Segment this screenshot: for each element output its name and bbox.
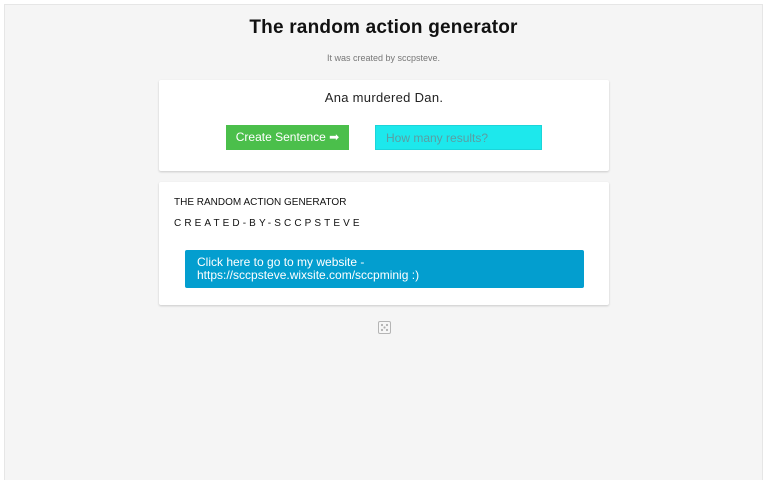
generator-card: Ana murdered Dan. Create Sentence ➡	[159, 80, 609, 171]
info-heading: THE RANDOM ACTION GENERATOR	[174, 197, 347, 208]
page-title: The random action generator	[249, 17, 518, 38]
results-count-input[interactable]	[375, 125, 542, 150]
info-card: THE RANDOM ACTION GENERATOR CREATED-BY-S…	[159, 182, 609, 305]
create-sentence-button[interactable]: Create Sentence ➡	[226, 125, 349, 150]
dice-icon[interactable]	[378, 321, 391, 334]
info-credit: CREATED-BY-SCCPSTEVE	[174, 218, 363, 229]
website-link-button[interactable]: Click here to go to my website - https:/…	[185, 250, 584, 288]
page: The random action generator It was creat…	[4, 4, 763, 480]
generated-sentence: Ana murdered Dan.	[324, 90, 444, 105]
page-subtitle: It was created by sccpsteve.	[326, 53, 441, 63]
